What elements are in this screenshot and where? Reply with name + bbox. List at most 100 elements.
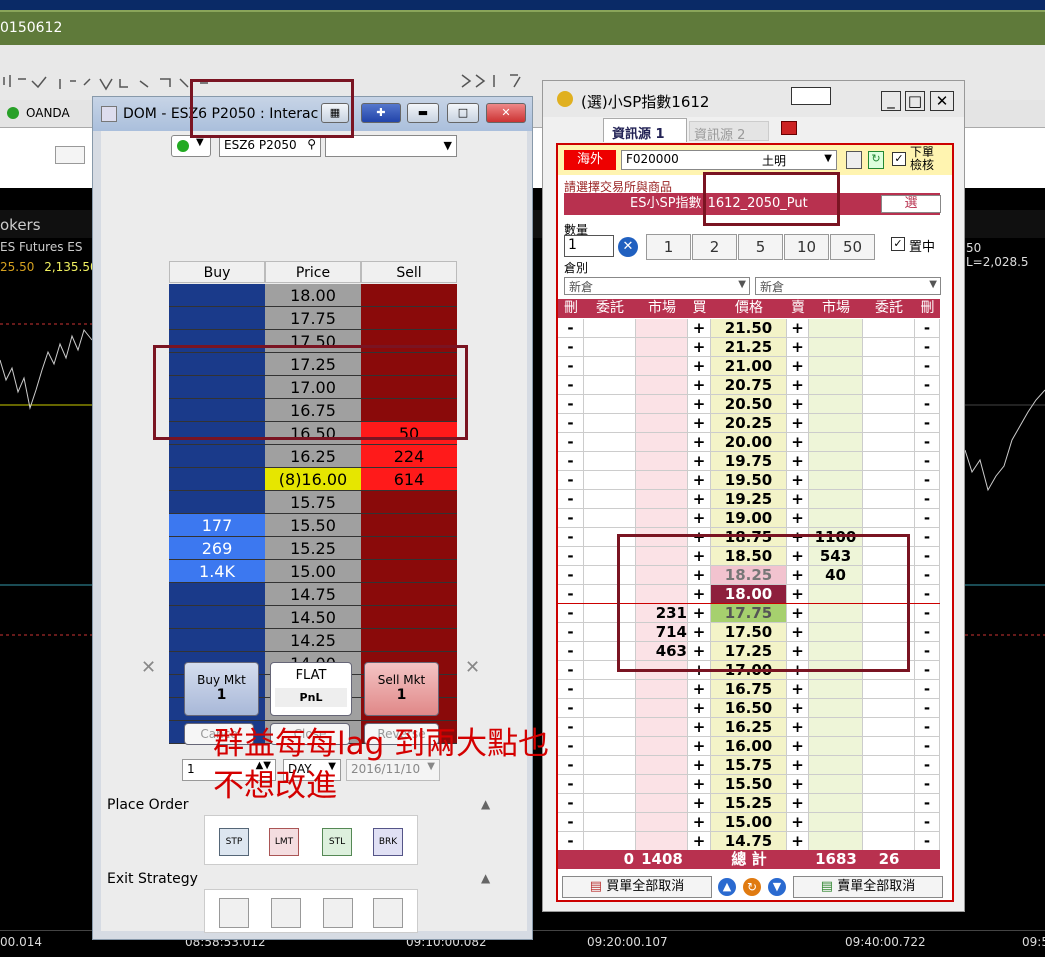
buy-order-cell[interactable] [584,775,636,794]
delete-buy-cell[interactable]: - [558,680,584,699]
buy-plus-cell[interactable]: + [688,471,711,490]
tab-source-2[interactable]: 資訊源 2 [689,121,769,143]
buy-plus-cell[interactable]: + [688,718,711,737]
minimize-button[interactable]: _ [881,91,901,111]
sell-plus-cell[interactable]: + [787,414,809,433]
maximize-button[interactable]: □ [905,91,925,111]
minimize-button[interactable]: ▬ [407,103,439,123]
buy-order-cell[interactable] [584,832,636,851]
delete-buy-cell[interactable]: - [558,433,584,452]
scroll-up-icon[interactable]: ▲ [718,878,736,896]
delete-sell-cell[interactable]: - [915,623,940,642]
delete-buy-cell[interactable]: - [558,737,584,756]
buy-cell[interactable]: 269 [169,537,265,560]
sell-order-cell[interactable] [863,490,915,509]
buy-order-cell[interactable] [584,433,636,452]
quantity-preset-button[interactable]: 1 [646,234,691,260]
buy-order-cell[interactable] [584,794,636,813]
pin-icon[interactable]: ✚ [361,103,401,123]
buy-order-cell[interactable] [584,319,636,338]
delete-buy-cell[interactable]: - [558,414,584,433]
buy-cell[interactable] [169,583,265,606]
delete-buy-cell[interactable]: - [558,775,584,794]
quantity-input[interactable]: 1 [564,235,614,257]
sell-plus-cell[interactable]: + [787,813,809,832]
sell-order-cell[interactable] [863,718,915,737]
delete-buy-cell[interactable]: - [558,357,584,376]
delete-buy-cell[interactable]: - [558,699,584,718]
delete-buy-cell[interactable]: - [558,547,584,566]
buy-order-cell[interactable] [584,490,636,509]
delete-sell-cell[interactable]: - [915,452,940,471]
delete-buy-cell[interactable]: - [558,395,584,414]
delete-buy-cell[interactable]: - [558,813,584,832]
stop-limit-order-icon[interactable]: STL [322,828,352,856]
delete-sell-cell[interactable]: - [915,737,940,756]
sell-order-cell[interactable] [863,319,915,338]
buy-plus-cell[interactable]: + [688,376,711,395]
delete-sell-cell[interactable]: - [915,471,940,490]
buy-plus-cell[interactable]: + [688,490,711,509]
sell-order-cell[interactable] [863,357,915,376]
buy-plus-cell[interactable]: + [688,414,711,433]
delete-sell-cell[interactable]: - [915,832,940,851]
close-right-icon[interactable]: ✕ [465,657,480,678]
buy-cell[interactable] [169,284,265,307]
sell-plus-cell[interactable]: + [787,433,809,452]
order-check-checkbox[interactable]: ✓ [892,152,906,166]
sell-order-cell[interactable] [863,509,915,528]
buy-order-cell[interactable] [584,452,636,471]
delete-buy-cell[interactable]: - [558,585,584,604]
sell-order-cell[interactable] [863,433,915,452]
sell-order-cell[interactable] [863,832,915,851]
collapse-icon[interactable]: ▲ [481,871,490,885]
stop-order-icon[interactable]: STP [219,828,249,856]
category-dropdown-right[interactable]: 新倉 ▼ [755,277,941,295]
sell-order-cell[interactable] [863,395,915,414]
account-dropdown[interactable]: F020000 土明 ▼ [621,150,837,170]
delete-buy-cell[interactable]: - [558,376,584,395]
close-button[interactable]: ✕ [486,103,526,123]
delete-sell-cell[interactable]: - [915,642,940,661]
exit-strategy-icon[interactable] [219,898,249,928]
buy-plus-cell[interactable]: + [688,680,711,699]
status-dropdown[interactable]: ▼ [171,135,211,157]
buy-plus-cell[interactable]: + [688,699,711,718]
sell-order-cell[interactable] [863,699,915,718]
recenter-icon[interactable]: ↻ [743,878,761,896]
buy-plus-cell[interactable]: + [688,319,711,338]
delete-sell-cell[interactable]: - [915,794,940,813]
buy-cell[interactable]: 177 [169,514,265,537]
buy-cell[interactable] [169,445,265,468]
sell-cell[interactable] [361,307,457,330]
buy-order-cell[interactable] [584,338,636,357]
symbol-input[interactable]: ESZ6 P2050 ⚲ [219,135,321,157]
delete-sell-cell[interactable]: - [915,509,940,528]
delete-buy-cell[interactable]: - [558,509,584,528]
delete-sell-cell[interactable]: - [915,585,940,604]
delete-sell-cell[interactable]: - [915,338,940,357]
sell-order-cell[interactable] [863,376,915,395]
delete-buy-cell[interactable]: - [558,528,584,547]
buy-order-cell[interactable] [584,509,636,528]
buy-plus-cell[interactable]: + [688,357,711,376]
buy-order-cell[interactable] [584,376,636,395]
delete-sell-cell[interactable]: - [915,433,940,452]
delete-buy-cell[interactable]: - [558,718,584,737]
sell-plus-cell[interactable]: + [787,680,809,699]
sell-plus-cell[interactable]: + [787,509,809,528]
limit-order-icon[interactable]: LMT [269,828,299,856]
buy-plus-cell[interactable]: + [688,775,711,794]
account-dropdown[interactable]: ▼ [325,135,457,157]
delete-sell-cell[interactable]: - [915,699,940,718]
sell-plus-cell[interactable]: + [787,376,809,395]
sell-order-cell[interactable] [863,471,915,490]
restore-icon[interactable] [791,87,831,105]
sell-order-cell[interactable] [863,452,915,471]
buy-plus-cell[interactable]: + [688,395,711,414]
sell-plus-cell[interactable]: + [787,490,809,509]
sell-market-button[interactable]: Sell Mkt 1 [364,662,439,716]
sell-order-cell[interactable] [863,813,915,832]
sell-order-cell[interactable] [863,794,915,813]
quantity-preset-button[interactable]: 50 [830,234,875,260]
